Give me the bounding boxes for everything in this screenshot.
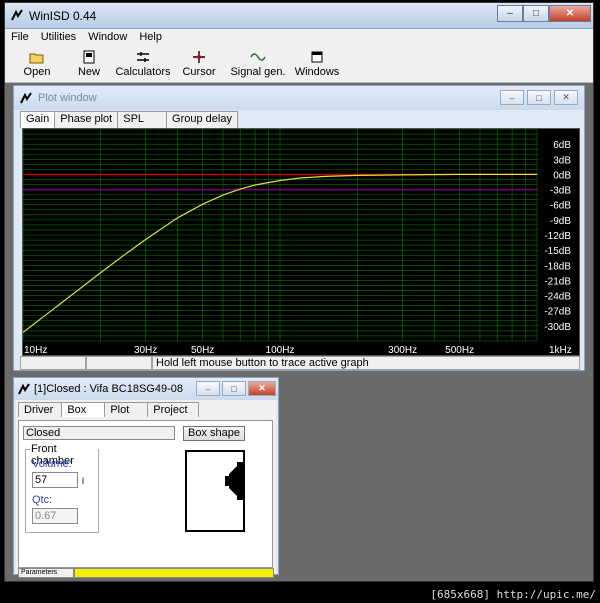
close-button[interactable]: ✕: [549, 5, 591, 22]
menu-utilities[interactable]: Utilities: [35, 29, 82, 47]
tab-project[interactable]: Project: [147, 402, 199, 417]
cursor-button[interactable]: Cursor: [171, 47, 227, 82]
menu-bar: File Utilities Window Help: [5, 29, 593, 47]
closed-status-bar: Parameters: [18, 568, 274, 578]
y-tick-label: 6dB: [553, 140, 571, 151]
closed-window-title: [1]Closed : Vifa BC18SG49-08: [34, 383, 183, 395]
volume-field[interactable]: 57: [32, 472, 78, 488]
closed-window-titlebar: [1]Closed : Vifa BC18SG49-08 – □ ✕: [14, 378, 278, 400]
parameters-status: Parameters: [18, 568, 74, 578]
gain-chart-svg: 6dB 3dB 0dB -3dB -6dB -9dB -12dB -15dB -18dB -21d…: [23, 129, 572, 355]
plot-close-button[interactable]: ✕: [554, 90, 578, 105]
plot-window-title: Plot window: [38, 92, 97, 104]
windows-icon: [309, 50, 325, 64]
tab-gain[interactable]: Gain: [20, 111, 56, 128]
volume-unit: l: [82, 476, 84, 486]
plot-status-bar: Hold left mouse button to trace active g…: [20, 356, 580, 370]
minimize-button[interactable]: –: [497, 5, 523, 22]
y-tick-label: -9dB: [550, 216, 571, 227]
menu-file[interactable]: File: [5, 29, 35, 47]
x-tick-label: 1kHz: [549, 345, 572, 355]
y-tick-label: 0dB: [553, 170, 571, 181]
app-window: WinISD 0.44 – □ ✕ File Utilities Window …: [4, 2, 594, 582]
tab-box[interactable]: Box: [61, 402, 106, 417]
qtc-label: Qtc:: [32, 494, 53, 506]
status-hint: Hold left mouse button to trace active g…: [152, 356, 580, 370]
plot-window-titlebar: Plot window – □ ✕: [14, 86, 584, 110]
x-tick-label: 30Hz: [134, 345, 157, 355]
closed-close-button[interactable]: ✕: [248, 381, 276, 396]
winisd-logo-icon: [20, 92, 32, 104]
new-project-icon: [81, 50, 97, 64]
x-tick-label: 300Hz: [388, 345, 417, 355]
signal-generator-icon: [250, 50, 266, 64]
plot-minimize-button[interactable]: –: [500, 90, 524, 105]
closed-window-body: Driver Box Plot Project Closed Box shape…: [16, 400, 276, 578]
volume-label: Volume:: [32, 458, 72, 470]
y-tick-label: -21dB: [544, 276, 571, 287]
qtc-field: 0.67: [32, 508, 78, 524]
box-type-select[interactable]: Closed: [23, 426, 175, 440]
signal-generator-button[interactable]: Signal gen.: [227, 47, 289, 82]
y-tick-label: -12dB: [544, 231, 571, 242]
menu-window[interactable]: Window: [82, 29, 133, 47]
driver-in-box-icon: [225, 462, 243, 500]
y-tick-label: -24dB: [544, 292, 571, 303]
status-cell-2: [86, 356, 152, 370]
y-tick-label: -30dB: [544, 322, 571, 333]
windows-button[interactable]: Windows: [289, 47, 345, 82]
closed-tabs: Driver Box Plot Project: [18, 402, 199, 417]
open-button[interactable]: Open: [11, 47, 63, 82]
gain-chart[interactable]: 6dB 3dB 0dB -3dB -6dB -9dB -12dB -15dB -18dB -21d…: [22, 128, 580, 356]
winisd-logo-icon: [18, 383, 30, 395]
y-tick-label: -18dB: [544, 261, 571, 272]
tab-phase-plot[interactable]: Phase plot: [54, 111, 119, 128]
status-cell-1: [20, 356, 86, 370]
closed-box-window: [1]Closed : Vifa BC18SG49-08 – □ ✕ Drive…: [13, 377, 279, 578]
maximize-button[interactable]: □: [523, 5, 549, 22]
y-tick-label: -15dB: [544, 246, 571, 257]
y-tick-label: -6dB: [550, 201, 571, 212]
app-titlebar: WinISD 0.44 – □ ✕: [5, 3, 593, 29]
x-tick-label: 500Hz: [445, 345, 474, 355]
menu-help[interactable]: Help: [133, 29, 168, 47]
plot-window: Plot window – □ ✕ Gain Phase plot SPL Gr…: [13, 85, 585, 371]
x-tick-label: 50Hz: [191, 345, 214, 355]
x-tick-label: 10Hz: [24, 345, 47, 355]
folder-icon: [29, 50, 45, 64]
closed-minimize-button[interactable]: –: [196, 381, 220, 396]
box-preview: [185, 450, 245, 532]
plot-tabs: Gain Phase plot SPL Group delay: [20, 111, 238, 128]
y-tick-label: -3dB: [550, 186, 571, 197]
calculators-icon: [135, 50, 151, 64]
box-tab-panel: Closed Box shape Front chamber Volume: 5…: [18, 420, 273, 568]
box-shape-button[interactable]: Box shape: [183, 426, 245, 441]
calculators-button[interactable]: Calculators: [115, 47, 171, 82]
y-tick-label: 3dB: [553, 155, 571, 166]
closed-restore-button[interactable]: □: [222, 381, 246, 396]
tab-spl[interactable]: SPL: [117, 111, 168, 128]
tab-plot[interactable]: Plot: [104, 402, 149, 417]
status-indicator: [74, 568, 274, 578]
watermark: [685x668] http://upic.me/: [430, 588, 596, 601]
winisd-logo-icon: [11, 9, 23, 21]
plot-restore-button[interactable]: □: [527, 90, 551, 105]
new-button[interactable]: New: [63, 47, 115, 82]
y-tick-label: -27dB: [544, 307, 571, 318]
cursor-icon: [191, 50, 207, 64]
tab-group-delay[interactable]: Group delay: [166, 111, 238, 128]
toolbar: Open New Calculators Cursor Signal gen. …: [5, 47, 593, 83]
front-chamber-group: Front chamber Volume: 57 l Qtc: 0.67: [25, 443, 99, 533]
app-title: WinISD 0.44: [29, 9, 97, 23]
x-tick-label: 100Hz: [266, 345, 295, 355]
screenshot-frame: WinISD 0.44 – □ ✕ File Utilities Window …: [0, 0, 600, 603]
tab-driver[interactable]: Driver: [18, 402, 63, 417]
